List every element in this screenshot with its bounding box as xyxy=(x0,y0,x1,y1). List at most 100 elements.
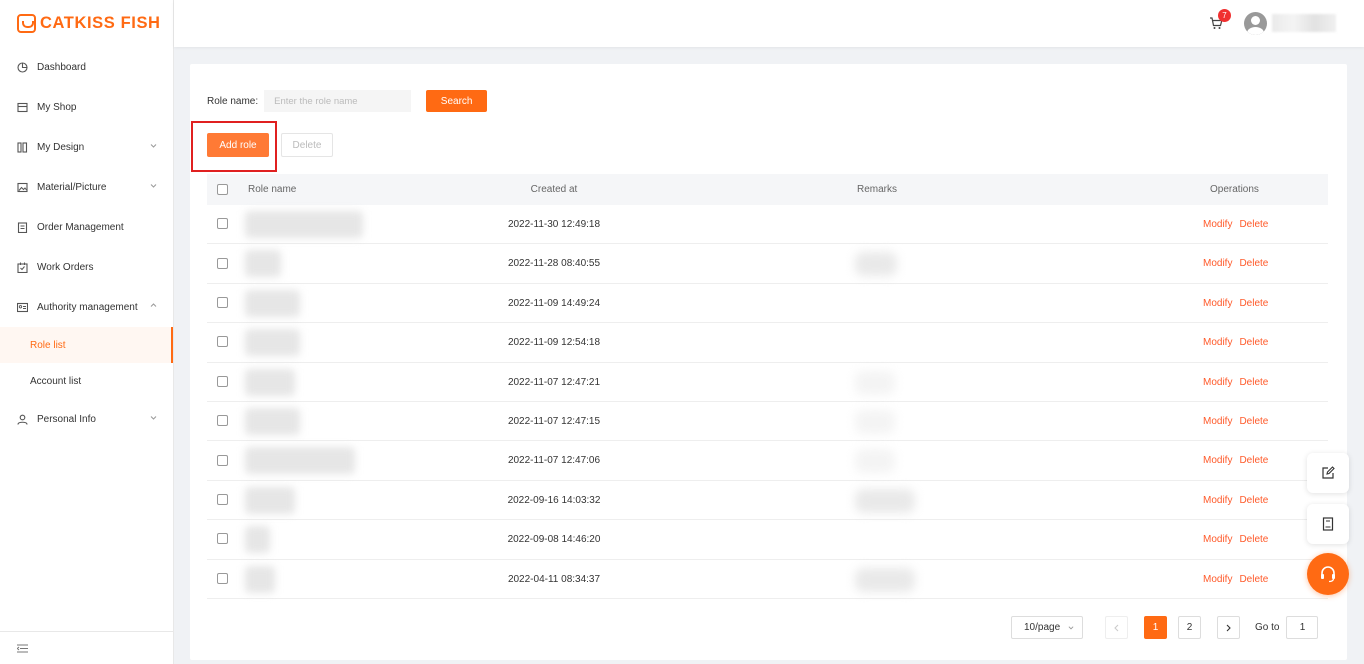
table-row: 2022-11-09 12:54:18 Modify Delete xyxy=(207,323,1328,363)
sidebar-item-label: Material/Picture xyxy=(37,181,107,193)
remark-redacted xyxy=(855,567,915,592)
modify-link[interactable]: Modify xyxy=(1203,495,1232,506)
row-operations: Modify Delete xyxy=(1203,219,1268,230)
delete-link[interactable]: Delete xyxy=(1239,416,1268,427)
table-row: 2022-11-07 12:47:21 Modify Delete xyxy=(207,363,1328,402)
search-bar: Role name: Search xyxy=(207,90,488,112)
sidebar-item-label: Authority management xyxy=(37,301,138,313)
modify-link[interactable]: Modify xyxy=(1203,337,1232,348)
manual-button[interactable] xyxy=(1307,504,1349,544)
sidebar-nav: Dashboard My Shop My Design Material/Pic… xyxy=(0,47,173,439)
sidebar-item-my-shop[interactable]: My Shop xyxy=(0,87,173,127)
modify-link[interactable]: Modify xyxy=(1203,455,1232,466)
remark-redacted xyxy=(855,488,915,513)
sidebar-item-label: My Design xyxy=(37,141,85,153)
page-size-select[interactable]: 10/page xyxy=(1011,616,1083,639)
row-operations: Modify Delete xyxy=(1203,258,1268,269)
role-name-redacted xyxy=(245,368,295,396)
brand-logo[interactable]: CATKISS FISH xyxy=(0,0,173,47)
chevron-down-icon xyxy=(1068,626,1074,630)
modify-link[interactable]: Modify xyxy=(1203,298,1232,309)
sidebar-subitem-account-list[interactable]: Account list xyxy=(0,363,173,399)
delete-link[interactable]: Delete xyxy=(1239,298,1268,309)
row-checkbox[interactable] xyxy=(217,533,228,545)
chevron-down-icon xyxy=(150,144,157,148)
row-checkbox[interactable] xyxy=(217,454,228,466)
modify-link[interactable]: Modify xyxy=(1203,574,1232,585)
column-header-created-at: Created at xyxy=(530,184,578,195)
role-name-redacted xyxy=(245,289,300,317)
edit-icon xyxy=(1322,466,1335,479)
delete-link[interactable]: Delete xyxy=(1239,219,1268,230)
table-row: 2022-11-28 08:40:55 Modify Delete xyxy=(207,244,1328,284)
remark-redacted xyxy=(855,252,897,277)
row-checkbox[interactable] xyxy=(217,257,228,269)
sidebar-item-authority-management[interactable]: Authority management xyxy=(0,287,173,327)
role-name-search-input[interactable] xyxy=(264,90,412,112)
add-role-button[interactable]: Add role xyxy=(207,133,269,157)
delete-link[interactable]: Delete xyxy=(1239,534,1268,545)
username-redacted[interactable] xyxy=(1272,14,1336,32)
row-checkbox[interactable] xyxy=(217,572,228,584)
sidebar-item-label: Order Management xyxy=(37,221,124,233)
modify-link[interactable]: Modify xyxy=(1203,258,1232,269)
row-operations: Modify Delete xyxy=(1203,574,1268,585)
collapse-sidebar-button[interactable] xyxy=(0,631,173,664)
row-checkbox[interactable] xyxy=(217,493,228,505)
table-header: Role name Created at Remarks Operations xyxy=(207,174,1328,205)
role-name-redacted xyxy=(245,526,270,554)
column-header-remarks: Remarks xyxy=(857,184,898,195)
cart-badge: 7 xyxy=(1218,9,1231,22)
page-1-button[interactable]: 1 xyxy=(1144,616,1167,639)
prev-page-button[interactable] xyxy=(1105,616,1128,639)
sidebar-item-order-management[interactable]: Order Management xyxy=(0,207,173,247)
delete-link[interactable]: Delete xyxy=(1239,495,1268,506)
sidebar-subitem-role-list[interactable]: Role list xyxy=(0,327,173,363)
sidebar-item-label: Work Orders xyxy=(37,261,94,273)
sidebar-item-work-orders[interactable]: Work Orders xyxy=(0,247,173,287)
bulk-delete-button[interactable]: Delete xyxy=(281,133,333,157)
row-operations: Modify Delete xyxy=(1203,337,1268,348)
table-row: 2022-09-16 14:03:32 Modify Delete xyxy=(207,481,1328,521)
pie-chart-icon xyxy=(17,61,28,73)
pagination: 10/page 1 2 Go to xyxy=(1011,616,1319,639)
page-size-value: 10/page xyxy=(1024,622,1061,633)
delete-link[interactable]: Delete xyxy=(1239,377,1268,388)
sidebar: CATKISS FISH Dashboard My Shop My Design xyxy=(0,0,174,664)
avatar[interactable] xyxy=(1244,12,1267,35)
delete-link[interactable]: Delete xyxy=(1239,455,1268,466)
customer-support-button[interactable] xyxy=(1307,553,1349,595)
select-all-checkbox[interactable] xyxy=(217,183,228,195)
row-checkbox[interactable] xyxy=(217,296,228,308)
sidebar-item-my-design[interactable]: My Design xyxy=(0,127,173,167)
role-name-redacted xyxy=(245,407,300,435)
modify-link[interactable]: Modify xyxy=(1203,416,1232,427)
modify-link[interactable]: Modify xyxy=(1203,219,1232,230)
search-button[interactable]: Search xyxy=(426,90,488,112)
edit-feedback-button[interactable] xyxy=(1307,453,1349,493)
sidebar-item-personal-info[interactable]: Personal Info xyxy=(0,399,173,439)
next-page-button[interactable] xyxy=(1217,616,1240,639)
delete-link[interactable]: Delete xyxy=(1239,258,1268,269)
sidebar-item-material-picture[interactable]: Material/Picture xyxy=(0,167,173,207)
picture-icon xyxy=(17,182,28,193)
collapse-menu-icon xyxy=(17,644,28,652)
page-2-button[interactable]: 2 xyxy=(1178,616,1201,639)
brand-name: CATKISS FISH xyxy=(40,14,161,32)
row-checkbox[interactable] xyxy=(217,415,228,427)
book-icon xyxy=(1322,517,1334,531)
modify-link[interactable]: Modify xyxy=(1203,534,1232,545)
goto-page-input[interactable] xyxy=(1286,616,1319,639)
row-checkbox[interactable] xyxy=(217,218,228,230)
delete-link[interactable]: Delete xyxy=(1239,574,1268,585)
delete-link[interactable]: Delete xyxy=(1239,337,1268,348)
clipboard-icon xyxy=(17,221,28,233)
role-name-redacted xyxy=(245,211,363,238)
row-checkbox[interactable] xyxy=(217,336,228,348)
roles-table: Role name Created at Remarks Operations … xyxy=(207,174,1328,599)
modify-link[interactable]: Modify xyxy=(1203,377,1232,388)
row-checkbox[interactable] xyxy=(217,375,228,387)
sidebar-item-dashboard[interactable]: Dashboard xyxy=(0,47,173,87)
role-name-redacted xyxy=(245,447,355,475)
headset-icon xyxy=(1321,566,1335,583)
